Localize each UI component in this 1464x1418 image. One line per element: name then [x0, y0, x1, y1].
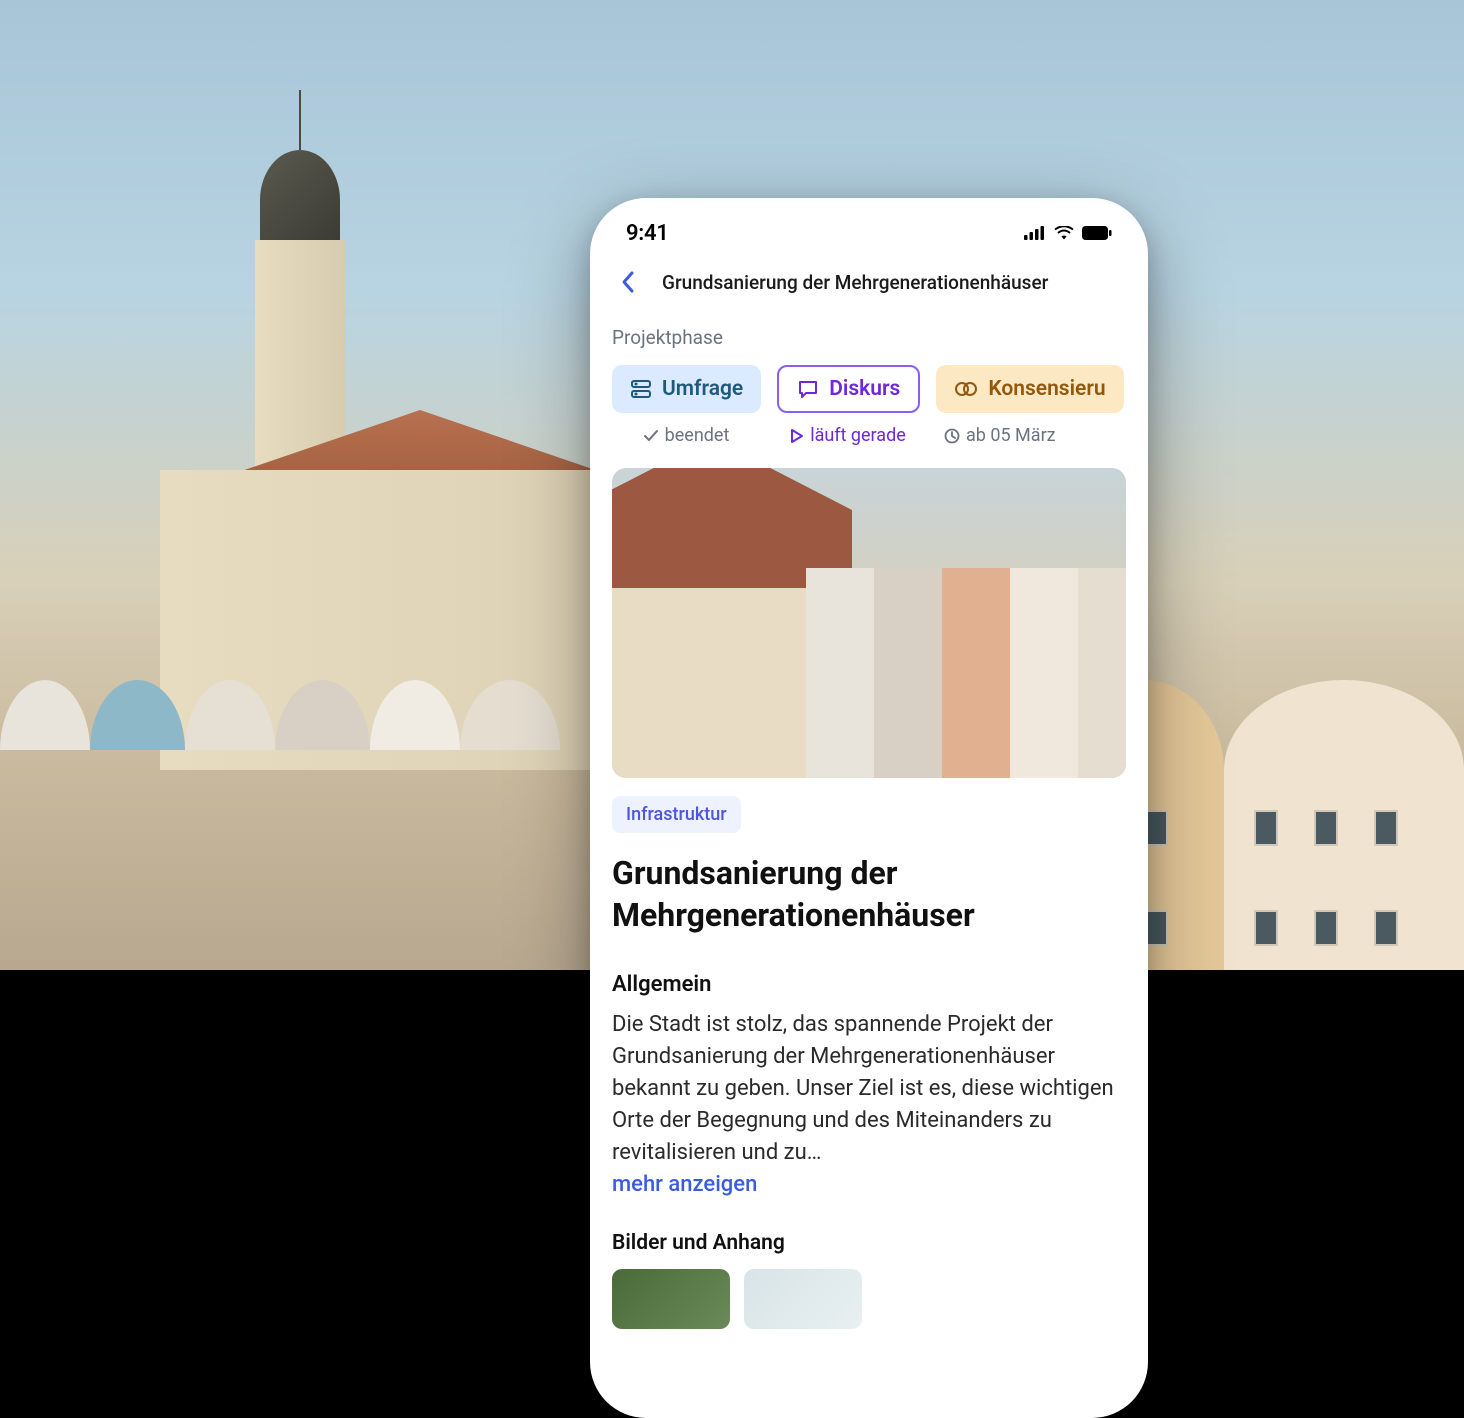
phase-status-beendet: beendet	[612, 425, 760, 446]
category-tag[interactable]: Infrastruktur	[612, 796, 741, 833]
phase-tabs: Umfrage Diskurs Konsensieru	[612, 365, 1126, 413]
phase-status-row: beendet läuft gerade ab 05 März	[612, 425, 1126, 446]
phase-tab-diskurs[interactable]: Diskurs	[777, 365, 920, 413]
phase-status-label: läuft gerade	[810, 425, 906, 446]
cellular-icon	[1024, 226, 1046, 240]
consensus-icon	[954, 378, 978, 400]
survey-icon	[630, 378, 652, 400]
back-button[interactable]	[610, 264, 646, 300]
nav-bar: Grundsanierung der Mehrgenerationenhäuse…	[590, 256, 1148, 314]
phase-section-label: Projektphase	[612, 326, 1126, 349]
nav-title: Grundsanierung der Mehrgenerationenhäuse…	[662, 271, 1048, 294]
play-icon	[790, 428, 804, 444]
church-illustration	[240, 130, 360, 690]
townhouses-left	[0, 680, 600, 970]
phase-status-label: beendet	[665, 425, 730, 446]
phase-status-lauft: läuft gerade	[776, 425, 920, 446]
phase-tab-label: Konsensieru	[988, 377, 1105, 401]
phone-mockup: 9:41 Grundsanierung der Mehrgenerationen…	[590, 198, 1148, 1418]
phase-tab-label: Diskurs	[829, 377, 900, 401]
attachments-title: Bilder und Anhang	[612, 1231, 1126, 1255]
phase-status-label: ab 05 März	[966, 425, 1056, 446]
clock-icon	[944, 428, 960, 444]
battery-icon	[1082, 226, 1112, 240]
phase-status-ab: ab 05 März	[936, 425, 1126, 446]
page-title: Grundsanierung der Mehrgenerationenhäuse…	[612, 853, 1126, 936]
phase-tab-label: Umfrage	[662, 377, 743, 401]
chat-icon	[797, 378, 819, 400]
attachment-thumbnail[interactable]	[744, 1269, 862, 1329]
wifi-icon	[1054, 226, 1074, 240]
attachment-thumbnail[interactable]	[612, 1269, 730, 1329]
hero-image	[612, 468, 1126, 778]
status-icons	[1024, 226, 1112, 240]
section-general-title: Allgemein	[612, 972, 1126, 997]
check-icon	[643, 428, 659, 444]
status-time: 9:41	[626, 221, 669, 246]
status-bar: 9:41	[590, 198, 1148, 256]
attachments-row	[612, 1269, 1126, 1329]
chevron-left-icon	[620, 270, 636, 294]
description-text: Die Stadt ist stolz, das spannende Proje…	[612, 1009, 1126, 1200]
phase-tab-konsens[interactable]: Konsensieru	[936, 365, 1123, 413]
show-more-link[interactable]: mehr anzeigen	[612, 1169, 757, 1201]
phase-tab-umfrage[interactable]: Umfrage	[612, 365, 761, 413]
